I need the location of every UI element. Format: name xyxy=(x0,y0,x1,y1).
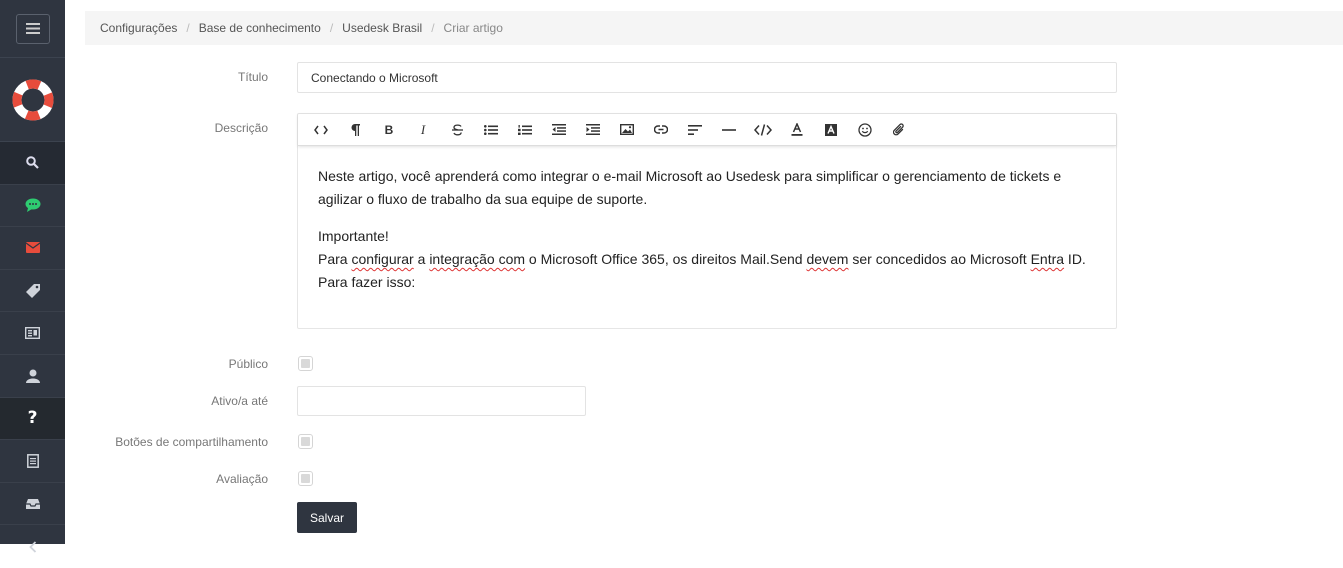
image-icon xyxy=(620,124,634,135)
spellcheck-word: devem xyxy=(806,251,849,267)
insert-link-button[interactable] xyxy=(644,116,678,144)
ordered-list-button[interactable] xyxy=(508,116,542,144)
text-segment: Para xyxy=(318,251,352,267)
link-icon xyxy=(654,125,668,134)
public-label: Público xyxy=(228,357,268,371)
document-icon xyxy=(26,454,39,468)
chevron-left-icon xyxy=(28,541,36,553)
share-buttons-checkbox[interactable] xyxy=(298,434,313,449)
code-button[interactable] xyxy=(746,116,780,144)
hamburger-icon xyxy=(25,23,40,34)
breadcrumb-usedesk-brasil[interactable]: Usedesk Brasil xyxy=(342,21,422,35)
align-icon xyxy=(688,124,702,135)
text-segment: a xyxy=(413,251,430,267)
attachment-button[interactable] xyxy=(882,116,916,144)
editor-paragraph-important: Importante! Para configurar a integração… xyxy=(318,225,1096,294)
ordered-list-icon xyxy=(518,124,532,135)
active-until-input[interactable] xyxy=(297,386,586,416)
unordered-list-icon xyxy=(484,124,498,135)
spellcheck-word: integração com xyxy=(429,251,526,267)
sidebar-item-mail[interactable] xyxy=(0,227,65,270)
breadcrumb-settings[interactable]: Configurações xyxy=(100,21,177,35)
paragraph-icon xyxy=(351,123,360,136)
strikethrough-icon xyxy=(451,123,463,135)
spellcheck-word: configurar xyxy=(351,251,414,267)
indent-icon xyxy=(586,124,600,135)
insert-image-button[interactable] xyxy=(610,116,644,144)
font-color-button[interactable] xyxy=(780,116,814,144)
paragraph-format-button[interactable] xyxy=(338,116,372,144)
bold-icon: B xyxy=(384,122,394,137)
outdent-icon xyxy=(552,124,566,135)
share-buttons-label: Botões de compartilhamento xyxy=(115,435,268,449)
code-icon xyxy=(754,123,772,136)
save-button[interactable]: Salvar xyxy=(297,502,357,533)
indent-button[interactable] xyxy=(576,116,610,144)
sidebar-item-inbox[interactable] xyxy=(0,483,65,526)
public-checkbox[interactable] xyxy=(298,356,313,371)
sidebar-item-clients[interactable] xyxy=(0,312,65,355)
breadcrumb-separator: / xyxy=(431,21,435,35)
breadcrumb: Configurações / Base de conhecimento / U… xyxy=(85,11,1343,45)
inbox-icon xyxy=(25,498,40,509)
menu-toggle-button[interactable] xyxy=(15,13,50,44)
rating-checkbox[interactable] xyxy=(298,471,313,486)
sidebar-item-chats[interactable] xyxy=(0,185,65,228)
horizontal-rule-icon xyxy=(722,128,736,131)
background-color-icon xyxy=(825,123,837,136)
breadcrumb-separator: / xyxy=(329,21,334,35)
background-color-button[interactable] xyxy=(814,116,848,144)
italic-button[interactable]: I xyxy=(406,116,440,144)
editor-toolbar: B I xyxy=(298,114,1116,146)
important-text: Importante! xyxy=(318,228,389,244)
attachment-icon xyxy=(893,122,904,135)
strikethrough-button[interactable] xyxy=(440,116,474,144)
text-segment: ID. xyxy=(1064,251,1086,267)
spellcheck-word: Entra xyxy=(1030,251,1065,267)
title-label: Título xyxy=(237,70,268,84)
question-icon: ? xyxy=(27,408,38,429)
code-view-icon xyxy=(314,125,328,134)
editor-content[interactable]: Neste artigo, você aprenderá como integr… xyxy=(298,146,1116,313)
breadcrumb-current: Criar artigo xyxy=(443,21,503,35)
active-until-label: Ativo/a até xyxy=(211,394,268,408)
font-color-icon xyxy=(791,123,803,136)
rich-text-editor: B I Neste artigo, você aprenderá como in… xyxy=(297,113,1117,329)
tag-icon xyxy=(25,283,40,298)
chat-icon xyxy=(25,198,40,213)
outdent-button[interactable] xyxy=(542,116,576,144)
search-icon xyxy=(26,156,39,170)
editor-paragraph-intro: Neste artigo, você aprenderá como integr… xyxy=(318,168,1062,207)
breadcrumb-separator: / xyxy=(186,21,190,35)
sidebar-header xyxy=(0,0,65,58)
bold-button[interactable]: B xyxy=(372,116,406,144)
text-segment: o Microsoft Office 365, os direitos Mail… xyxy=(525,251,807,267)
description-label: Descrição xyxy=(214,121,268,135)
sidebar-item-tags[interactable] xyxy=(0,270,65,313)
contact-card-icon xyxy=(25,327,40,340)
sidebar-item-collapse[interactable] xyxy=(0,525,65,568)
horizontal-rule-button[interactable] xyxy=(712,116,746,144)
breadcrumb-knowledge-base[interactable]: Base de conhecimento xyxy=(199,21,321,35)
code-view-button[interactable] xyxy=(304,116,338,144)
italic-icon: I xyxy=(420,121,426,137)
text-segment: ser concedidos ao Microsoft xyxy=(848,251,1031,267)
rating-label: Avaliação xyxy=(216,472,268,486)
emoji-button[interactable] xyxy=(848,116,882,144)
title-input[interactable] xyxy=(297,62,1117,93)
text-segment: Para fazer isso: xyxy=(318,274,416,290)
align-button[interactable] xyxy=(678,116,712,144)
unordered-list-button[interactable] xyxy=(474,116,508,144)
sidebar-item-search[interactable] xyxy=(0,142,65,185)
mail-icon xyxy=(25,242,40,254)
emoji-icon xyxy=(858,122,872,137)
lifebuoy-logo-icon xyxy=(12,79,53,120)
